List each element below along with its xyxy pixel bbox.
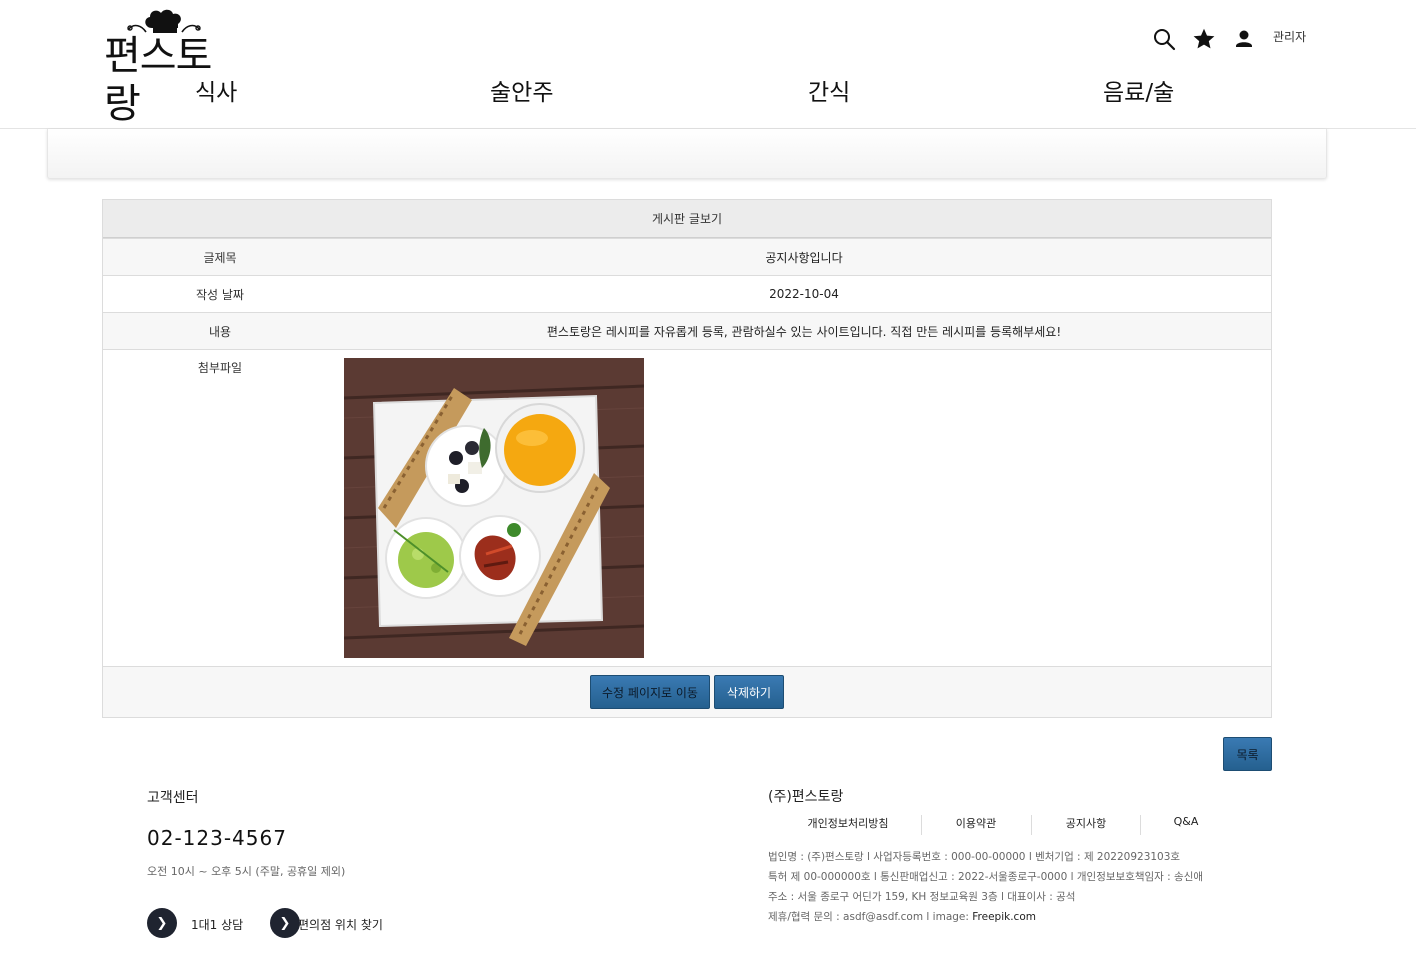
site-logo[interactable]: 편스토랑 bbox=[104, 6, 234, 127]
customer-phone: 02-123-4567 bbox=[147, 826, 287, 850]
date-label: 작성 날짜 bbox=[196, 287, 244, 302]
customer-center-title: 고객센터 bbox=[147, 790, 199, 806]
nav-drinks[interactable]: 음료/술 bbox=[1103, 76, 1174, 110]
table-row: 글제목 공지사항입니다 bbox=[103, 238, 1271, 275]
content-label: 내용 bbox=[208, 324, 232, 339]
contact-text: 제휴/협력 문의 : asdf@asdf.com l image: bbox=[768, 911, 973, 923]
company-title: (주)편스토랑 bbox=[768, 789, 844, 805]
search-icon[interactable] bbox=[1152, 26, 1176, 52]
table-row: 내용 편스토랑은 레시피를 자유롭게 등록, 관람하실수 있는 사이트입니다. … bbox=[103, 312, 1271, 349]
content-value: 편스토랑은 레시피를 자유롭게 등록, 관람하실수 있는 사이트입니다. 직접 … bbox=[546, 324, 1062, 339]
action-row: 수정 페이지로 이동 삭제하기 bbox=[103, 666, 1271, 717]
footer-menu-privacy[interactable]: 개인정보처리방침 bbox=[776, 815, 920, 835]
attachment-cell bbox=[337, 350, 1271, 666]
company-info-line: 주소 : 서울 종로구 어딘가 159, KH 정보교육원 3층 l 대표이사 … bbox=[768, 891, 1076, 903]
sub-banner bbox=[47, 129, 1327, 179]
nav-meal[interactable]: 식사 bbox=[195, 76, 237, 110]
table-row: 작성 날짜 2022-10-04 bbox=[103, 275, 1271, 312]
user-icon[interactable] bbox=[1234, 26, 1254, 52]
one-on-one-link[interactable]: 1대1 상담 bbox=[191, 916, 243, 933]
title-value: 공지사항입니다 bbox=[765, 250, 843, 265]
star-icon[interactable] bbox=[1192, 26, 1216, 52]
chevron-right-icon[interactable]: ❯ bbox=[270, 908, 300, 938]
store-locator-link[interactable]: 편의점 위치 찾기 bbox=[298, 916, 383, 933]
company-info-line: 특허 제 00-000000호 l 통신판매업신고 : 2022-서울종로구-0… bbox=[768, 871, 1204, 883]
board-view-table: 게시판 글보기 글제목 공지사항입니다 작성 날짜 2022-10-04 내용 … bbox=[102, 199, 1272, 718]
board-title: 게시판 글보기 bbox=[103, 200, 1271, 238]
nav-snack[interactable]: 간식 bbox=[808, 76, 850, 110]
footer-menu-qna[interactable]: Q&A bbox=[1141, 815, 1231, 835]
edit-page-button[interactable]: 수정 페이지로 이동 bbox=[590, 675, 710, 709]
company-info-line: 제휴/협력 문의 : asdf@asdf.com l image: Freepi… bbox=[768, 909, 1036, 924]
list-button[interactable]: 목록 bbox=[1223, 737, 1272, 771]
nav-snack-with-drink[interactable]: 술안주 bbox=[490, 76, 553, 110]
title-label: 글제목 bbox=[203, 250, 237, 265]
footer-menu-notice[interactable]: 공지사항 bbox=[1032, 815, 1140, 835]
attachment-label: 첨부파일 bbox=[197, 361, 243, 375]
company-info-line: 법인명 : (주)편스토랑 l 사업자등록번호 : 000-00-00000 l… bbox=[768, 851, 1181, 863]
table-row: 첨부파일 bbox=[103, 349, 1271, 666]
admin-link[interactable]: 관리자 bbox=[1273, 28, 1306, 45]
site-header: 편스토랑 식사 술안주 간식 음료/술 관리자 bbox=[0, 0, 1416, 129]
footer-menu-terms[interactable]: 이용약관 bbox=[922, 815, 1030, 835]
date-value: 2022-10-04 bbox=[769, 287, 839, 301]
chevron-right-icon[interactable]: ❯ bbox=[147, 908, 177, 938]
delete-button[interactable]: 삭제하기 bbox=[714, 675, 784, 709]
freepik-link[interactable]: Freepik.com bbox=[972, 911, 1036, 923]
attachment-food-image[interactable] bbox=[344, 358, 644, 658]
customer-hours: 오전 10시 ~ 오후 5시 (주말, 공휴일 제외) bbox=[147, 865, 346, 878]
